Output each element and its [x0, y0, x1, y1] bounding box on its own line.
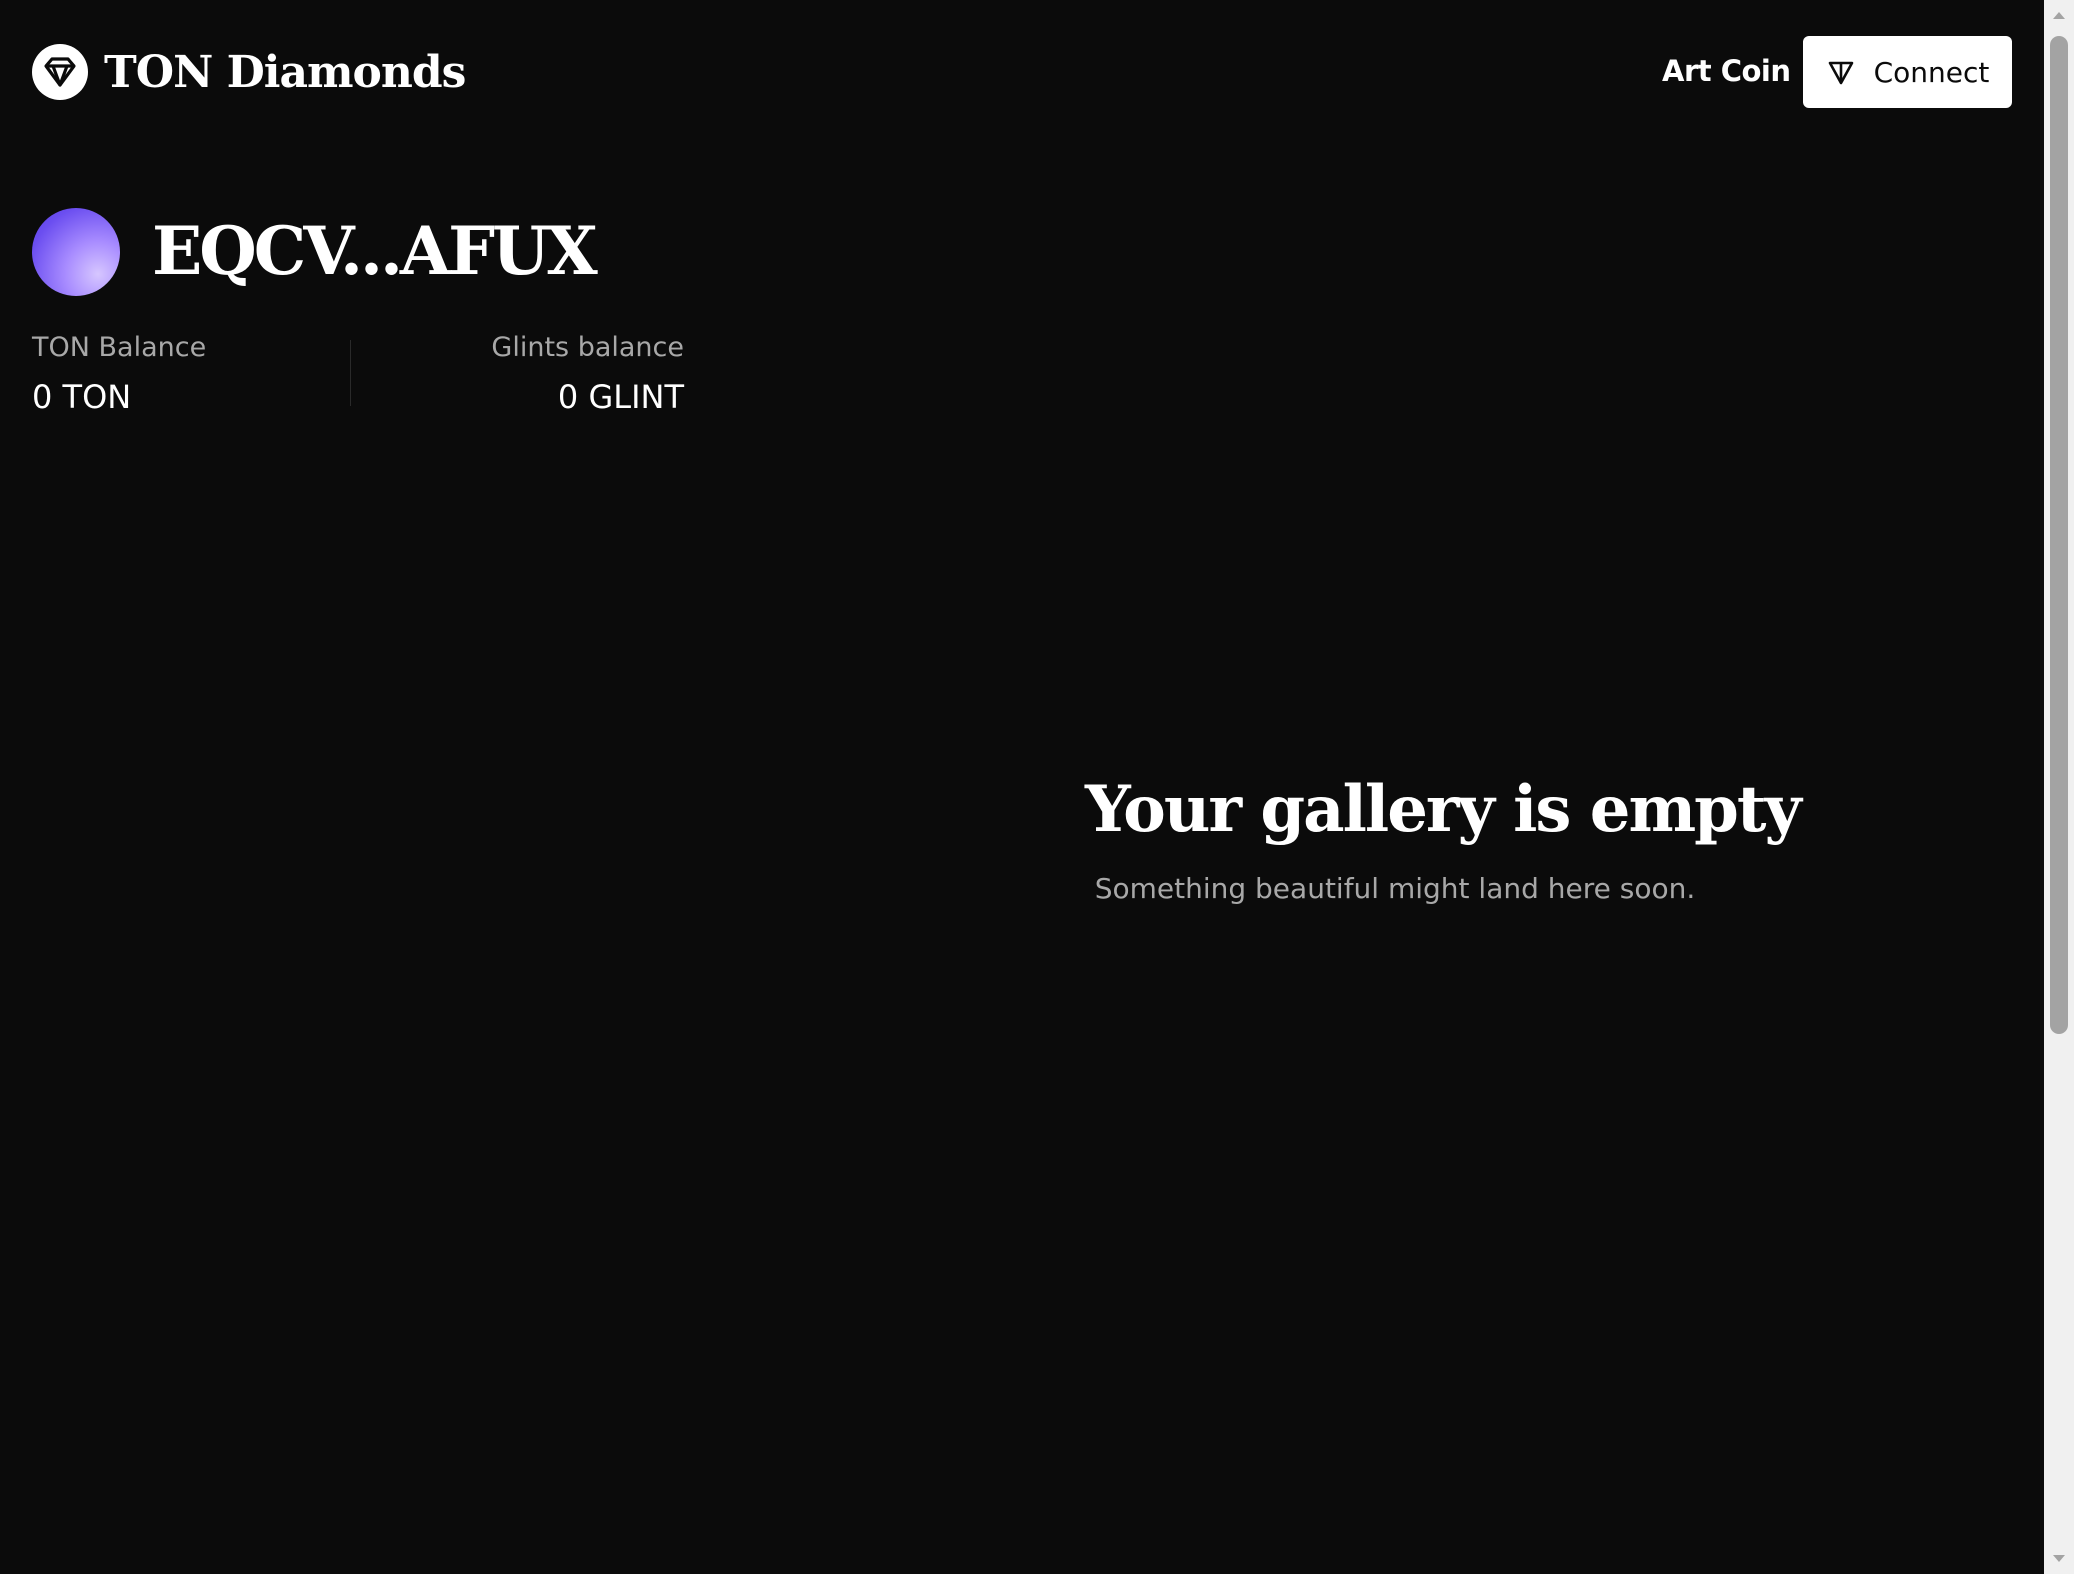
empty-gallery-title: Your gallery is empty [1085, 772, 1802, 847]
page: TON Diamonds Art Coin Connect EQCV...AFU… [0, 0, 2074, 1574]
ton-icon [1828, 61, 1853, 85]
wallet-address: EQCV...AFUX [152, 212, 598, 290]
balance-divider [350, 340, 351, 406]
brand-link[interactable]: TON Diamonds [32, 44, 466, 100]
avatar [32, 208, 120, 296]
ton-balance-label: TON Balance [32, 332, 207, 363]
ton-balance-value: 0 TON [32, 378, 132, 416]
empty-gallery-subtitle: Something beautiful might land here soon… [1094, 872, 1696, 905]
connect-label: Connect [1873, 55, 1990, 89]
scrollbar-thumb[interactable] [2050, 36, 2068, 1034]
connect-button[interactable]: Connect [1803, 36, 2012, 108]
brand-name: TON Diamonds [104, 46, 466, 98]
vertical-scrollbar[interactable] [2044, 0, 2074, 1574]
glints-balance-value: 0 GLINT [557, 378, 684, 416]
diamond-icon [32, 44, 88, 100]
glints-balance-label: Glints balance [491, 332, 684, 363]
header: TON Diamonds Art Coin Connect [0, 0, 2044, 140]
scroll-up-arrow-icon[interactable] [2044, 0, 2074, 30]
nav-link-art-coin[interactable]: Art Coin [1662, 54, 1791, 88]
scroll-down-arrow-icon[interactable] [2044, 1544, 2074, 1574]
